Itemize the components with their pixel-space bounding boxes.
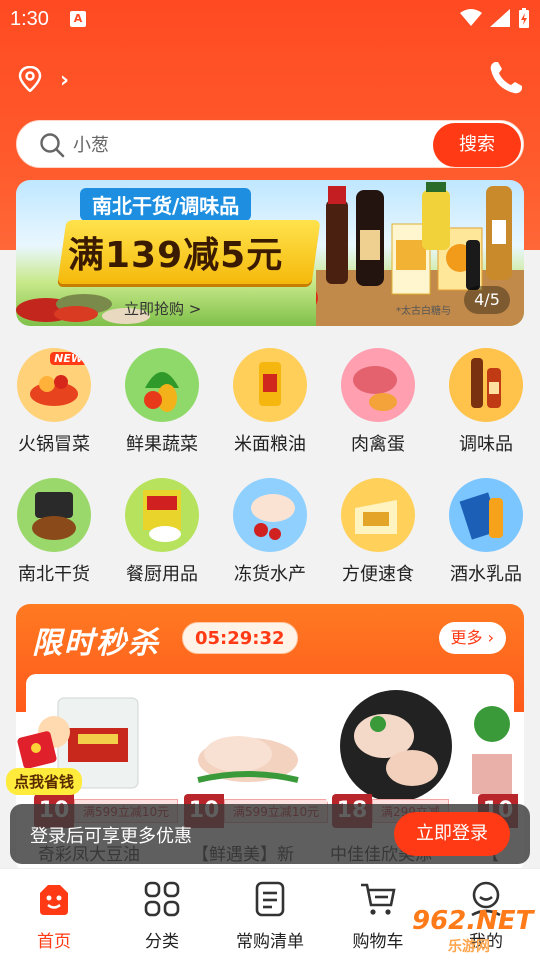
login-prompt-message: 登录后可享更多优惠 [30,826,192,847]
category-item[interactable]: 酒水乳品 [432,478,540,586]
category-item[interactable]: 冻货水产 [216,478,324,586]
category-label: 米面粮油 [234,434,306,455]
banner-pager: 4/5 [464,286,510,314]
status-icons [460,8,530,28]
tab-home-label: 首页 [37,932,71,952]
drinks-icon [449,478,523,552]
category-item[interactable]: 肉禽蛋 [324,348,432,456]
category-item[interactable]: 南北干货 [0,478,108,586]
location-pin-icon[interactable] [18,66,42,92]
flash-sale-timer: 05:29:32 [182,622,298,654]
product-image [472,706,512,794]
flash-sale-product[interactable] [326,684,466,804]
category-label: 肉禽蛋 [351,434,405,455]
phone-icon[interactable] [486,58,526,98]
dried-goods-icon [17,478,91,552]
category-label: 冻货水产 [234,564,306,585]
tab-frequent-list-label: 常购清单 [236,932,304,952]
hotpot-icon: NEW [17,348,91,422]
flash-sale-title: 限时秒杀 [32,626,160,661]
new-badge: NEW [50,352,87,365]
search-bar[interactable]: 搜索 [16,120,524,168]
tab-home[interactable]: 首页 [0,879,108,952]
flash-sale-product[interactable] [178,684,318,804]
flash-sale-product[interactable] [472,684,512,804]
status-time: 1:30 [10,8,49,30]
banner-cta[interactable]: 立即抢购 > [124,298,201,319]
grid-icon [144,881,180,917]
meat-icon [341,348,415,422]
category-label: 餐厨用品 [126,564,198,585]
category-item[interactable]: 方便速食 [324,478,432,586]
tab-category-label: 分类 [145,932,179,952]
search-icon [40,133,65,158]
oil-icon [233,348,307,422]
category-label: 火锅冒菜 [18,434,90,455]
wifi-icon [460,9,482,26]
watermark-logo: 962.NET 乐游网 [404,906,534,956]
vegetables-icon [125,348,199,422]
search-button[interactable]: 搜索 [433,123,521,167]
category-label: 南北干货 [18,564,90,585]
category-item[interactable]: 餐厨用品 [108,478,216,586]
product-image [340,690,452,802]
banner-tag: 南北干货/调味品 [80,188,252,221]
category-item[interactable]: 鲜果蔬菜 [108,348,216,456]
watermark-big-text: 962.NET [412,906,534,936]
promo-banner[interactable]: 南北干货/调味品 满139减5元 立即抢购 > *太古白糖与 4/5 [16,180,524,326]
login-button[interactable]: 立即登录 [394,812,510,856]
home-icon [40,885,68,915]
battery-icon [519,8,529,28]
category-label: 方便速食 [342,564,414,585]
category-item[interactable]: 调味品 [432,348,540,456]
list-icon [255,881,285,917]
notification-app-icon: A [70,11,86,27]
location-chevron-icon[interactable]: › [60,68,69,93]
flash-sale-more-button[interactable]: 更多 › [438,622,506,654]
banner-promo-text: 满139减5元 [68,235,284,276]
tab-frequent-list[interactable]: 常购清单 [216,879,324,952]
category-label: 鲜果蔬菜 [126,434,198,455]
sauce-icon [449,348,523,422]
signal-icon [490,9,510,27]
save-money-badge[interactable]: 点我省钱 [6,768,83,795]
cart-icon [361,883,396,915]
category-label: 酒水乳品 [450,564,522,585]
instant-food-icon [341,478,415,552]
banner-fine-print: *太古白糖与 [396,306,451,317]
category-item[interactable]: NEW 火锅冒菜 [0,348,108,456]
watermark-small-text: 乐游网 [448,939,490,955]
login-prompt-bar: 登录后可享更多优惠 立即登录 [10,804,530,864]
category-label: 调味品 [459,434,513,455]
product-image [197,736,299,783]
kitchenware-icon [125,478,199,552]
tab-category[interactable]: 分类 [108,879,216,952]
status-bar: 1:30 A [0,0,540,38]
category-item[interactable]: 米面粮油 [216,348,324,456]
red-envelope-icon[interactable] [14,712,74,770]
frozen-icon [233,478,307,552]
search-input[interactable] [73,129,433,161]
